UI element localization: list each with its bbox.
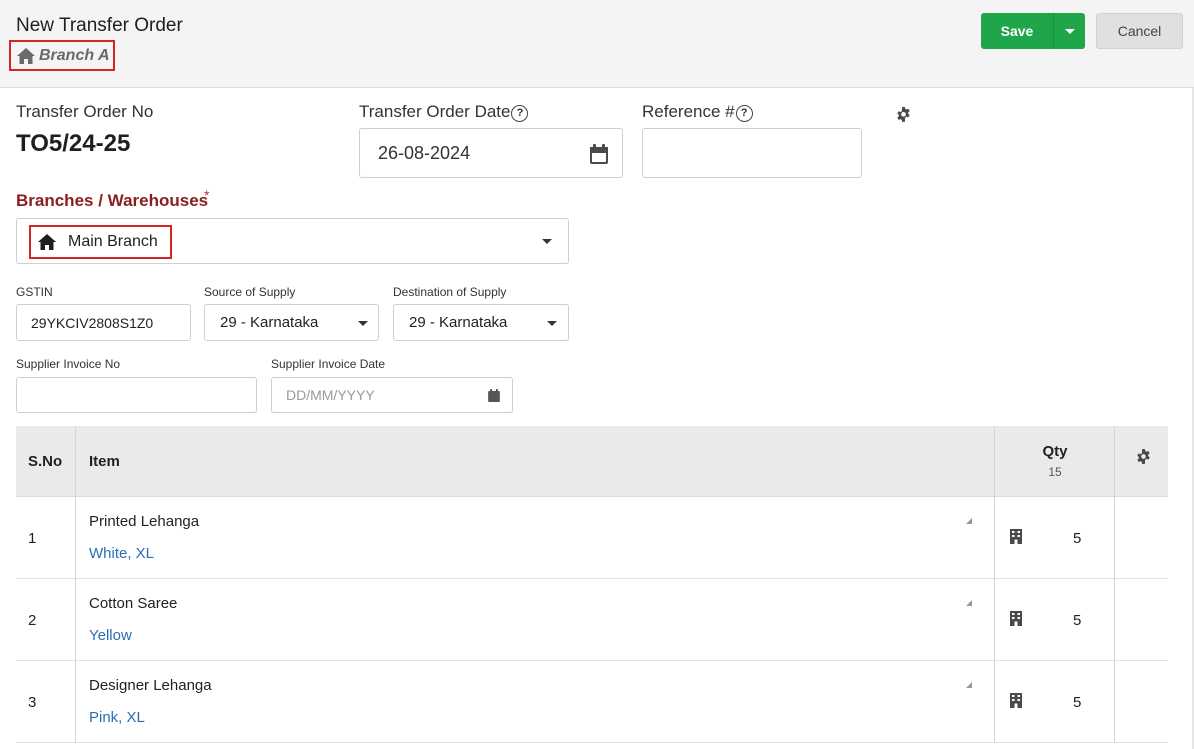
building-icon[interactable] — [1010, 693, 1022, 708]
row-sno: 3 — [28, 694, 37, 711]
row-item-variant[interactable]: Yellow — [89, 627, 132, 644]
column-divider — [1114, 497, 1115, 579]
column-header-item: Item — [89, 453, 120, 470]
help-icon[interactable]: ? — [511, 105, 529, 122]
gstin-label: GSTIN — [16, 285, 53, 299]
chevron-down-icon — [542, 239, 552, 244]
save-options-dropdown[interactable] — [1053, 13, 1085, 49]
reference-label-text: Reference # — [642, 102, 735, 121]
column-header-sno: S.No — [28, 453, 63, 470]
column-divider — [1114, 426, 1115, 497]
row-item-variant[interactable]: Pink, XL — [89, 709, 145, 726]
table-row[interactable]: 2 Cotton Saree Yellow 5 — [16, 579, 1168, 661]
transfer-order-no-label: Transfer Order No — [16, 102, 154, 121]
table-row[interactable]: 3 Designer Lehanga Pink, XL 5 — [16, 661, 1168, 743]
gstin-value: 29YKCIV2808S1Z0 — [31, 314, 154, 331]
column-divider — [75, 426, 76, 497]
table-row[interactable]: 1 Printed Lehanga White, XL 5 — [16, 497, 1168, 579]
row-qty[interactable]: 5 — [1073, 694, 1081, 711]
supplier-invoice-date-placeholder: DD/MM/YYYY — [286, 387, 375, 403]
selected-branch-name: Main Branch — [68, 233, 158, 250]
help-icon[interactable]: ? — [735, 105, 753, 122]
row-sno: 1 — [28, 530, 37, 547]
row-item-name[interactable]: Designer Lehanga — [89, 677, 212, 694]
supplier-invoice-date-label: Supplier Invoice Date — [271, 357, 386, 371]
calendar-icon[interactable] — [488, 389, 500, 402]
required-indicator: * — [204, 187, 210, 203]
transfer-order-no-value: TO5/24-25 — [16, 130, 131, 157]
home-icon — [17, 47, 35, 64]
transfer-order-date-input[interactable]: 26-08-2024 — [359, 128, 623, 178]
page-title: New Transfer Order — [16, 15, 183, 36]
building-icon[interactable] — [1010, 611, 1022, 626]
column-divider — [75, 661, 76, 743]
resize-handle-icon[interactable] — [966, 518, 972, 524]
qty-total: 15 — [1048, 465, 1062, 479]
supplier-invoice-date-input[interactable]: DD/MM/YYYY — [271, 377, 513, 413]
column-divider — [994, 497, 995, 579]
resize-handle-icon[interactable] — [966, 600, 972, 606]
chevron-down-icon — [1064, 28, 1075, 34]
resize-handle-icon[interactable] — [966, 682, 972, 688]
column-divider — [75, 579, 76, 661]
destination-of-supply-value: 29 - Karnataka — [409, 314, 508, 331]
calendar-icon[interactable] — [590, 144, 608, 164]
reference-input[interactable] — [642, 128, 862, 178]
items-table: S.No Item Qty 15 1 Printed Lehanga White… — [16, 426, 1168, 743]
destination-of-supply-select[interactable]: 29 - Karnataka — [393, 304, 569, 341]
source-of-supply-select[interactable]: 29 - Karnataka — [204, 304, 379, 341]
save-button[interactable]: Save — [981, 13, 1053, 49]
building-icon[interactable] — [1010, 529, 1022, 544]
column-divider — [994, 426, 995, 497]
branches-warehouses-label: Branches / Warehouses — [16, 191, 209, 210]
home-icon — [38, 234, 56, 250]
gear-icon[interactable] — [1136, 449, 1151, 464]
branches-warehouses-select[interactable]: Main Branch — [16, 218, 569, 264]
transfer-order-date-label-text: Transfer Order Date — [359, 102, 511, 121]
reference-label: Reference #? — [642, 102, 753, 122]
column-divider — [994, 661, 995, 743]
column-divider — [994, 579, 995, 661]
table-header: S.No Item Qty 15 — [16, 426, 1168, 497]
source-of-supply-value: 29 - Karnataka — [220, 314, 319, 331]
page-header: New Transfer Order Branch A Save Cancel — [0, 0, 1194, 88]
gear-icon[interactable] — [896, 107, 911, 122]
selected-branch: Main Branch — [29, 225, 172, 259]
chevron-down-icon — [358, 321, 368, 326]
current-branch-badge: Branch A — [9, 40, 115, 71]
column-header-qty: Qty — [1042, 443, 1068, 460]
transfer-order-date-value: 26-08-2024 — [378, 142, 471, 163]
transfer-order-date-label: Transfer Order Date? — [359, 102, 529, 122]
source-of-supply-label: Source of Supply — [204, 285, 296, 299]
current-branch-name: Branch A — [39, 46, 110, 64]
supplier-invoice-no-input[interactable] — [16, 377, 257, 413]
destination-of-supply-label: Destination of Supply — [393, 285, 507, 299]
row-qty[interactable]: 5 — [1073, 530, 1081, 547]
row-qty[interactable]: 5 — [1073, 612, 1081, 629]
gstin-input[interactable]: 29YKCIV2808S1Z0 — [16, 304, 191, 341]
chevron-down-icon — [547, 321, 557, 326]
column-divider — [1114, 661, 1115, 743]
row-item-name[interactable]: Printed Lehanga — [89, 513, 199, 530]
column-divider — [1114, 579, 1115, 661]
supplier-invoice-no-label: Supplier Invoice No — [16, 357, 121, 371]
column-divider — [75, 497, 76, 579]
cancel-button[interactable]: Cancel — [1096, 13, 1183, 49]
save-button-group: Save — [981, 13, 1085, 49]
row-item-variant[interactable]: White, XL — [89, 545, 154, 562]
row-sno: 2 — [28, 612, 37, 629]
row-item-name[interactable]: Cotton Saree — [89, 595, 177, 612]
